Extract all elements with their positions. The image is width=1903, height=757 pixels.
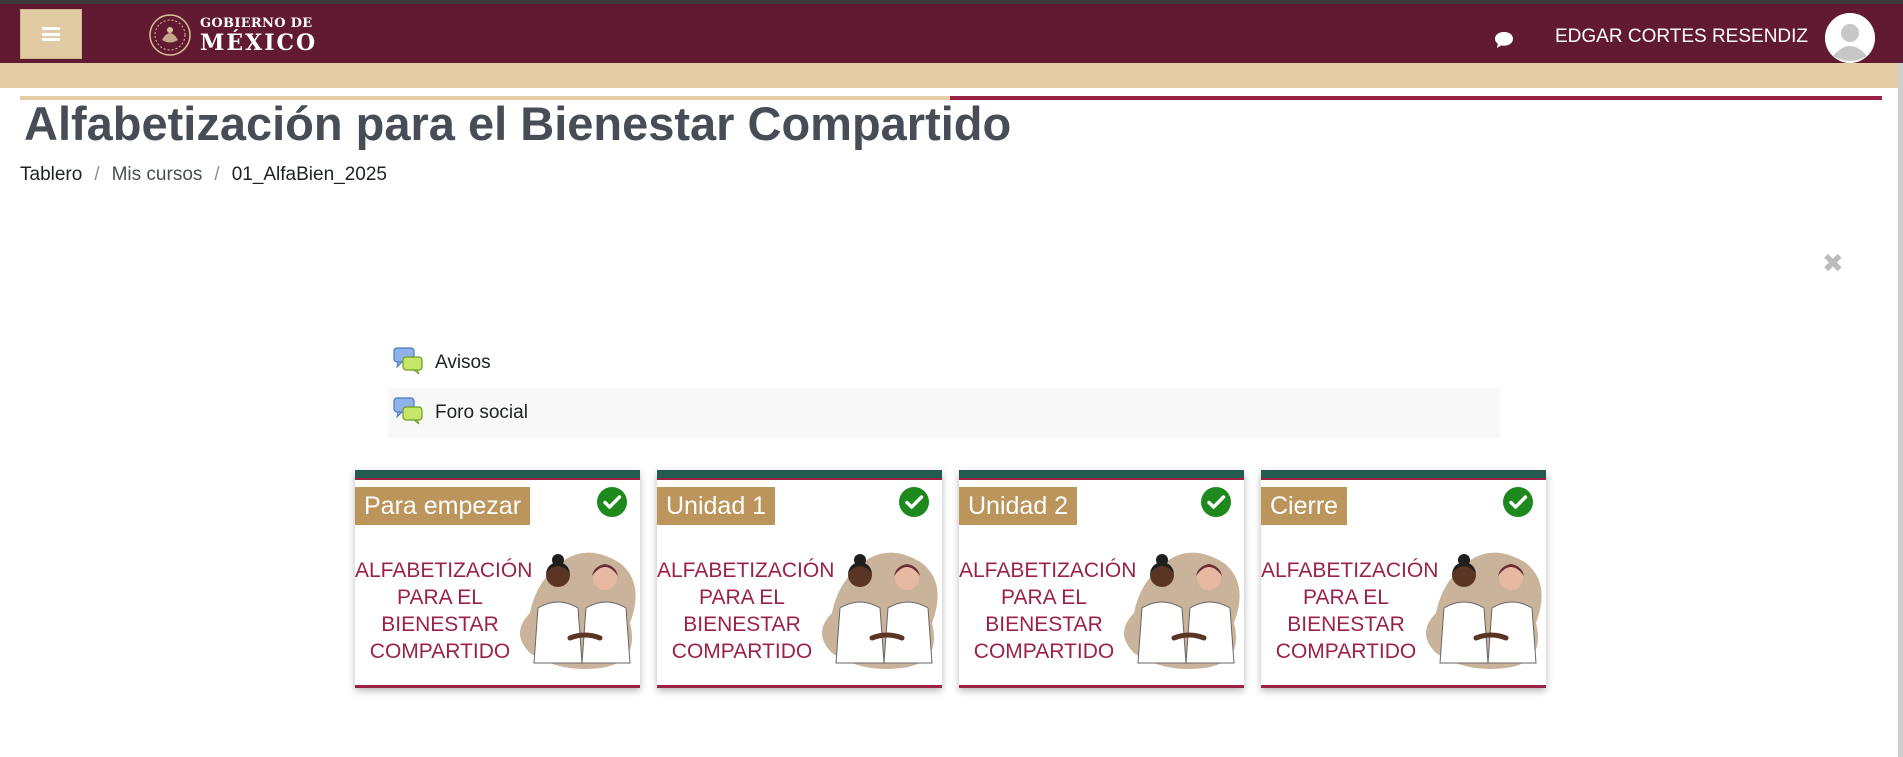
people-illustration-icon [1124, 552, 1240, 669]
card-top-bar [657, 470, 942, 478]
course-image-text: ALFABETIZACIÓN PARA EL BIENESTAR COMPART… [355, 559, 533, 663]
check-circle-icon [1503, 487, 1533, 517]
close-icon[interactable]: ✖ [1822, 250, 1844, 276]
card-bottom-bar [959, 685, 1244, 688]
card-bottom-bar [1261, 685, 1546, 688]
national-seal-icon [149, 14, 191, 56]
section-cards: Para empezar ALFABETIZACIÓN PARA EL BIEN… [355, 470, 1546, 688]
course-image-text: ALFABETIZACIÓN PARA EL BIENESTAR COMPART… [657, 559, 835, 663]
breadcrumb-dashboard-link[interactable]: Tablero [20, 164, 82, 186]
people-illustration-icon [520, 552, 636, 669]
general-activities-list: Avisos Foro social [388, 338, 1500, 438]
activity-label: Foro social [435, 402, 528, 423]
section-title-badge: Cierre [1261, 487, 1348, 525]
course-image-text: ALFABETIZACIÓN PARA EL BIENESTAR COMPART… [1261, 559, 1439, 663]
top-navbar: GOBIERNO DE MÉXICO EDGAR CORTES RESENDIZ [0, 4, 1903, 63]
check-circle-icon [597, 487, 627, 517]
breadcrumb-course-link[interactable]: 01_AlfaBien_2025 [232, 164, 387, 186]
section-card-cierre[interactable]: Cierre ALFABETIZACIÓN PARA EL BIENESTAR … [1261, 470, 1546, 688]
activity-foro-social[interactable]: Foro social [388, 388, 1500, 438]
user-avatar-icon[interactable] [1825, 13, 1875, 63]
card-top-line [355, 478, 640, 480]
card-top-bar [355, 470, 640, 478]
forum-icon [393, 397, 423, 425]
check-circle-icon [899, 487, 929, 517]
logo-line-1: GOBIERNO DE [200, 15, 313, 31]
breadcrumb-separator: / [94, 164, 100, 185]
section-title-badge: Unidad 1 [657, 487, 776, 525]
forum-icon [393, 347, 423, 375]
section-card-unidad-2[interactable]: Unidad 2 ALFABETIZACIÓN PARA EL BIENESTA… [959, 470, 1244, 688]
card-top-line [657, 478, 942, 480]
activity-label: Avisos [435, 352, 491, 373]
activity-avisos[interactable]: Avisos [388, 338, 1500, 388]
card-bottom-bar [355, 685, 640, 688]
chat-bubble-icon[interactable] [1493, 30, 1515, 50]
menu-toggle-button[interactable] [20, 9, 82, 59]
people-illustration-icon [822, 552, 938, 669]
hamburger-icon [42, 27, 60, 41]
breadcrumb-my-courses-link[interactable]: Mis cursos [112, 164, 203, 186]
logo-line-2: MÉXICO [200, 29, 318, 56]
user-menu-name[interactable]: EDGAR CORTES RESENDIZ [1555, 26, 1808, 48]
section-card-para-empezar[interactable]: Para empezar ALFABETIZACIÓN PARA EL BIEN… [355, 470, 640, 688]
gobierno-de-mexico-logo[interactable]: GOBIERNO DE MÉXICO [148, 13, 317, 57]
section-card-unidad-1[interactable]: Unidad 1 ALFABETIZACIÓN PARA EL BIENESTA… [657, 470, 942, 688]
section-title-badge: Para empezar [355, 487, 531, 525]
card-top-line [959, 478, 1244, 480]
secondary-band [0, 63, 1903, 88]
course-image-text: ALFABETIZACIÓN PARA EL BIENESTAR COMPART… [959, 559, 1137, 663]
card-bottom-bar [657, 685, 942, 688]
card-top-bar [1261, 470, 1546, 478]
people-illustration-icon [1426, 552, 1542, 669]
section-title-badge: Unidad 2 [959, 487, 1078, 525]
title-accent-line-right [950, 96, 1882, 100]
breadcrumb-separator: / [214, 164, 220, 185]
card-top-line [1261, 478, 1546, 480]
page-title: Alfabetización para el Bienestar Compart… [24, 97, 1012, 150]
card-top-bar [959, 470, 1244, 478]
check-circle-icon [1201, 487, 1231, 517]
scrollbar-track[interactable] [1898, 63, 1903, 757]
breadcrumb: Tablero / Mis cursos / 01_AlfaBien_2025 [20, 164, 387, 186]
